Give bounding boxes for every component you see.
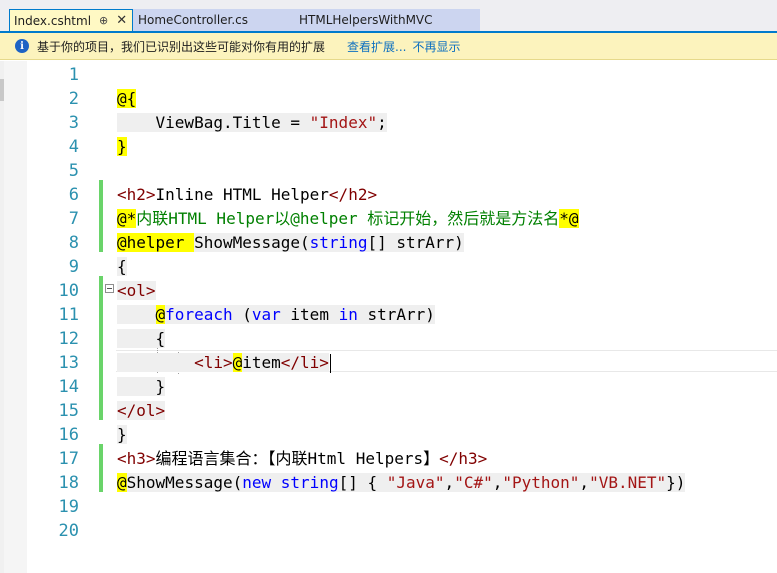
line-number: 13 bbox=[58, 353, 79, 373]
code-line-14: } bbox=[117, 375, 685, 399]
razor-comment: 内联HTML Helper以@helper 标记开始，然后就是方法名 bbox=[136, 209, 560, 228]
tab-label: HomeController.cs bbox=[138, 13, 249, 27]
line-number: 8 bbox=[68, 233, 79, 253]
dont-show-again-link[interactable]: 不再显示 bbox=[412, 38, 460, 55]
change-bar bbox=[99, 444, 103, 492]
tab-label: Index.cshtml bbox=[14, 13, 92, 28]
html-tag: <h2> bbox=[117, 185, 156, 204]
html-tag: </h3> bbox=[439, 449, 488, 468]
html-tag: </h2> bbox=[328, 185, 378, 204]
code-line-16: } bbox=[117, 425, 127, 444]
tab-index-cshtml[interactable]: Index.cshtml ⊕ ✕ bbox=[9, 9, 133, 31]
line-number: 5 bbox=[68, 161, 79, 181]
line-number: 14 bbox=[58, 377, 79, 397]
close-icon[interactable]: ✕ bbox=[116, 13, 127, 28]
razor-helper-keyword: @helper bbox=[117, 233, 195, 252]
line-number: 2 bbox=[68, 89, 79, 109]
code-line-2: @{ bbox=[117, 87, 685, 111]
change-bar bbox=[99, 276, 103, 420]
line-number: 7 bbox=[68, 209, 79, 229]
line-number: 20 bbox=[58, 521, 79, 541]
html-tag: </li> bbox=[280, 353, 329, 372]
line-number: 4 bbox=[68, 137, 79, 157]
text-caret bbox=[329, 354, 331, 373]
code-line-18: @ShowMessage(new string[] { "Java","C#",… bbox=[117, 473, 686, 492]
line-number: 6 bbox=[68, 185, 79, 205]
change-bar bbox=[99, 180, 103, 252]
razor-code-block-open: @{ bbox=[117, 89, 137, 108]
info-icon: i bbox=[15, 39, 29, 53]
line-number: 17 bbox=[58, 449, 79, 469]
tab-homecontroller-cs[interactable]: HomeController.cs bbox=[133, 9, 288, 31]
extension-info-bar: i 基于你的项目，我们已识别出这些可能对你有用的扩展 查看扩展... 不再显示 bbox=[0, 33, 777, 60]
code-line-8: @helper ShowMessage(string[] strArr) bbox=[117, 233, 464, 252]
code-text: Inline HTML Helper bbox=[155, 185, 329, 204]
info-message: 基于你的项目，我们已识别出这些可能对你有用的扩展 bbox=[37, 39, 326, 54]
line-number: 3 bbox=[68, 113, 79, 133]
collapse-toggle-icon[interactable] bbox=[105, 284, 114, 293]
line-number: 18 bbox=[58, 473, 79, 493]
code-line-15: </ol> bbox=[117, 399, 685, 423]
line-number: 12 bbox=[58, 329, 79, 349]
document-tab-bar: Index.cshtml ⊕ ✕ HomeController.cs HTMLH… bbox=[0, 0, 777, 31]
code-text: ViewBag.Title = "Index"; bbox=[117, 113, 387, 132]
razor-code-block-close: } bbox=[117, 137, 127, 156]
code-line-13: <li>@item</li> bbox=[117, 351, 685, 375]
line-number: 10 bbox=[58, 281, 79, 301]
code-editor[interactable]: @{ ViewBag.Title = "Index"; } <h2>Inline… bbox=[117, 63, 686, 543]
html-tag: <li> bbox=[194, 353, 233, 372]
tab-label: HTMLHelpersWithMVC bbox=[299, 13, 433, 27]
code-line-17: <h3>编程语言集合：【内联Html Helpers】</h3> bbox=[117, 447, 685, 471]
line-number: 11 bbox=[58, 305, 79, 325]
html-tag: <ol> bbox=[117, 281, 156, 300]
line-number: 16 bbox=[58, 425, 79, 445]
line-number: 1 bbox=[68, 65, 79, 85]
code-line-6: <h2>Inline HTML Helper</h2> bbox=[117, 183, 685, 207]
code-text: 编程语言集合：【内联Html Helpers】 bbox=[155, 449, 440, 468]
html-tag: <h3> bbox=[117, 449, 156, 468]
code-line-7: @*内联HTML Helper以@helper 标记开始，然后就是方法名*@ bbox=[117, 209, 579, 228]
line-number-gutter: 1 2 3 4 5 6 7 8 9 10 11 12 13 14 15 16 1… bbox=[27, 63, 79, 543]
code-line-11: @foreach (var item in strArr) bbox=[117, 303, 685, 327]
pin-icon[interactable]: ⊕ bbox=[99, 14, 108, 27]
code-line-9: { bbox=[117, 257, 127, 276]
code-line-3: ViewBag.Title = "Index"; bbox=[117, 111, 685, 135]
html-tag: </ol> bbox=[117, 401, 166, 420]
line-number: 15 bbox=[58, 401, 79, 421]
line-number: 9 bbox=[68, 257, 79, 277]
line-number: 19 bbox=[58, 497, 79, 517]
code-line-10: <ol> bbox=[117, 279, 685, 303]
code-line-4: } bbox=[117, 135, 685, 159]
tab-htmlhelperswithmvc[interactable]: HTMLHelpersWithMVC bbox=[288, 9, 480, 31]
view-extensions-link[interactable]: 查看扩展... bbox=[347, 38, 406, 55]
glyph-margin[interactable] bbox=[4, 61, 27, 573]
code-line-12: { bbox=[117, 327, 685, 351]
